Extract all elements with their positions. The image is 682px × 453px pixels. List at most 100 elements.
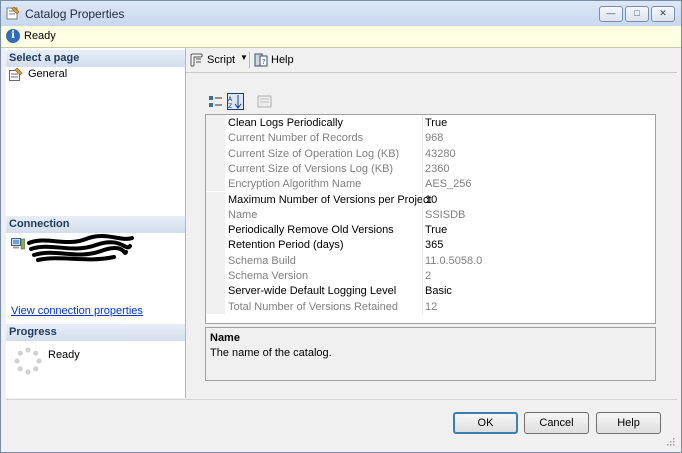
right-pane: Script ▼ ? Help A Z Clean Logs Periodica… [186, 48, 677, 398]
script-icon [190, 53, 203, 67]
help-button[interactable]: Help [596, 412, 661, 434]
property-value[interactable]: True [425, 117, 447, 129]
property-name: Periodically Remove Old Versions [228, 224, 394, 237]
property-value[interactable]: 365 [425, 239, 443, 251]
property-row[interactable]: Schema Version 2 [206, 268, 655, 284]
property-row[interactable]: Current Number of Records 968 [206, 130, 655, 146]
progress-header: Progress [6, 324, 185, 341]
info-icon: i [6, 29, 20, 43]
property-row[interactable]: Retention Period (days) 365 [206, 237, 655, 253]
page-item-label: General [28, 68, 68, 80]
row-gutter [206, 191, 225, 207]
property-value: 968 [425, 132, 444, 145]
column-divider [422, 298, 423, 314]
categorized-button[interactable] [207, 93, 224, 110]
properties-app-icon [6, 6, 20, 20]
connection-header: Connection [6, 216, 185, 233]
column-divider [422, 145, 423, 161]
cancel-button[interactable]: Cancel [524, 412, 589, 434]
svg-text:?: ? [262, 58, 266, 66]
status-bar: i Ready [1, 26, 681, 48]
property-row[interactable]: Total Number of Versions Retained 12 [206, 298, 655, 314]
row-gutter [206, 176, 225, 192]
status-text: Ready [24, 30, 56, 42]
description-text: The name of the catalog. [210, 347, 332, 359]
spinner-icon [14, 347, 42, 375]
server-icon [11, 238, 25, 250]
property-name: Schema Version [228, 270, 309, 282]
row-gutter [206, 252, 225, 268]
property-value: SSISDB [425, 208, 466, 221]
property-row[interactable]: Encryption Algorithm Name AES_256 [206, 176, 655, 192]
row-gutter [206, 283, 225, 299]
select-page-header: Select a page [6, 50, 185, 67]
property-row[interactable]: Current Size of Operation Log (KB) 43280 [206, 145, 655, 161]
property-row[interactable]: Clean Logs Periodically True [206, 115, 655, 131]
property-name: Server-wide Default Logging Level [228, 285, 397, 298]
categorized-icon [209, 96, 222, 107]
toolbar: Script ▼ ? Help [186, 48, 677, 73]
sort-alphabetical-icon: A Z [228, 95, 242, 110]
ok-button[interactable]: OK [453, 412, 518, 434]
column-divider [422, 237, 423, 253]
left-pane: Select a page General Connection View co… [6, 48, 186, 398]
title-bar[interactable]: Catalog Properties — □ ✕ [1, 1, 681, 26]
property-value[interactable]: 10 [425, 194, 437, 206]
redacted-connection-info [27, 234, 134, 262]
property-name: Maximum Number of Versions per Project [228, 193, 432, 206]
column-divider [422, 176, 423, 192]
row-gutter [206, 222, 225, 238]
catalog-properties-dialog: Catalog Properties — □ ✕ i Ready Select … [0, 0, 682, 453]
property-name: Current Number of Records [228, 132, 364, 145]
svg-text:Z: Z [228, 103, 232, 109]
resize-grip-icon[interactable] [665, 436, 675, 446]
column-divider [422, 268, 423, 284]
property-grid[interactable]: Clean Logs Periodically True Current Numbe… [205, 114, 656, 324]
property-row[interactable]: Name SSISDB [206, 206, 655, 223]
property-value: 43280 [425, 147, 456, 160]
property-value[interactable]: Basic [425, 285, 452, 297]
window-title: Catalog Properties [25, 7, 125, 21]
row-gutter [206, 115, 225, 131]
row-gutter [206, 298, 225, 314]
properties-page-icon [9, 68, 23, 81]
property-name: Schema Build [228, 254, 296, 267]
alphabetical-button[interactable]: A Z [227, 93, 244, 110]
script-label: Script [207, 54, 236, 66]
description-pane: Name The name of the catalog. [205, 327, 656, 381]
column-divider [422, 160, 423, 177]
row-gutter [206, 160, 225, 177]
minimize-button[interactable]: — [599, 6, 623, 22]
property-value: AES_256 [425, 178, 472, 191]
help-toolbar-button[interactable]: ? Help [254, 53, 294, 68]
property-row[interactable]: Maximum Number of Versions per Project 10 [206, 191, 655, 207]
column-divider [422, 191, 423, 207]
row-gutter [206, 237, 225, 253]
property-row[interactable]: Schema Build 11.0.5058.0 [206, 252, 655, 268]
column-divider [422, 115, 423, 131]
property-name: Current Size of Operation Log (KB) [228, 147, 400, 160]
row-gutter [206, 206, 225, 223]
property-value: 2 [425, 270, 432, 282]
chevron-down-icon[interactable]: ▼ [240, 53, 248, 62]
view-connection-properties-link[interactable]: View connection properties [11, 305, 143, 317]
close-button[interactable]: ✕ [651, 6, 675, 22]
script-button[interactable]: Script ▼ [190, 53, 252, 68]
property-row[interactable]: Current Size of Versions Log (KB) 2360 [206, 160, 655, 177]
property-value[interactable]: True [425, 224, 447, 236]
property-row[interactable]: Periodically Remove Old Versions True [206, 222, 655, 238]
row-gutter [206, 145, 225, 161]
toolbar-separator [249, 52, 250, 68]
description-title: Name [210, 332, 240, 344]
help-book-icon: ? [254, 53, 268, 67]
column-divider [422, 222, 423, 238]
column-divider [422, 206, 423, 223]
help-label: Help [271, 54, 294, 66]
property-name: Total Number of Versions Retained [228, 300, 398, 313]
column-divider [422, 283, 423, 299]
maximize-button[interactable]: □ [625, 6, 649, 22]
property-row[interactable]: Server-wide Default Logging Level Basic [206, 283, 655, 299]
row-gutter [206, 130, 225, 146]
property-pages-button[interactable] [256, 93, 273, 110]
property-name: Current Size of Versions Log (KB) [228, 162, 394, 175]
